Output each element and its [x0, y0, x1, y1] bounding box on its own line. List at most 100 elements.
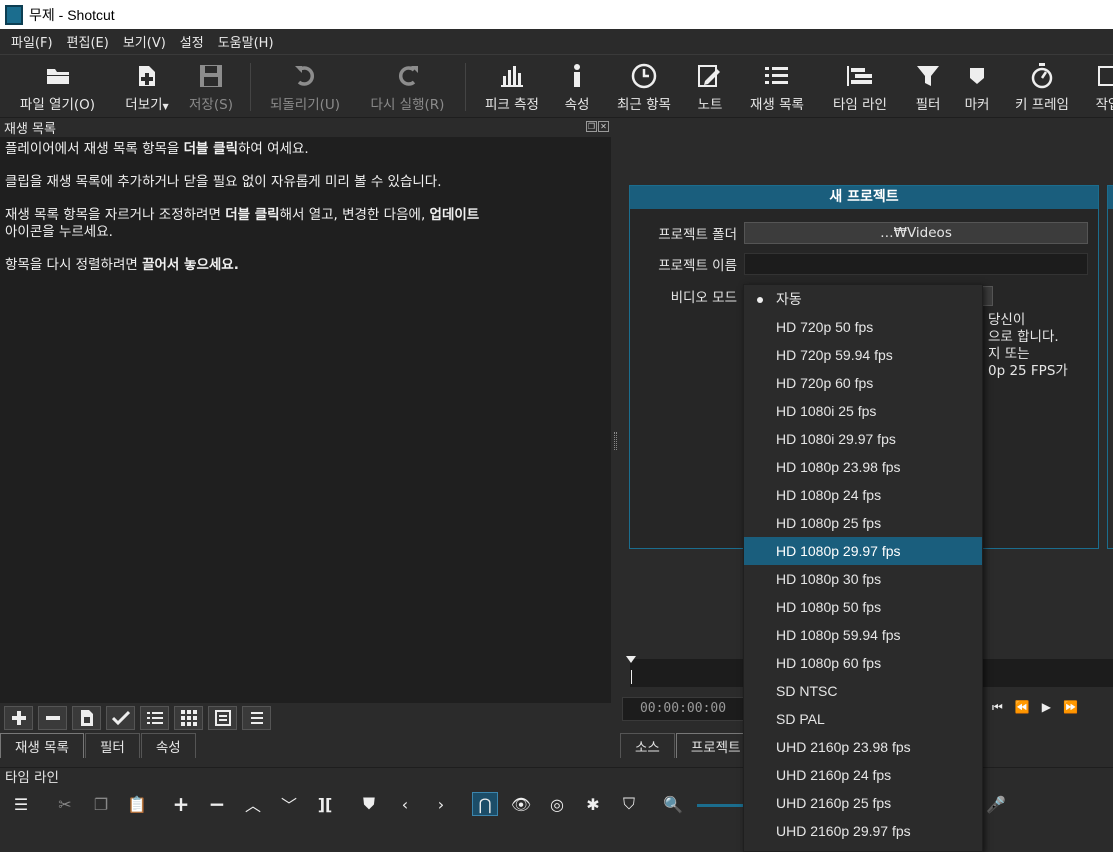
redo-button[interactable]: 다시 실행(R) [360, 59, 455, 115]
filter-funnel-icon [916, 59, 940, 93]
ripple-markers-icon[interactable]: ⛉ [616, 792, 642, 816]
project-name-label: 프로젝트 이름 [658, 258, 737, 274]
splitter-handle[interactable] [614, 432, 617, 450]
play-icon[interactable]: ▶ [1042, 700, 1051, 715]
add-button[interactable] [4, 705, 33, 730]
menu-help[interactable]: 도움말(H) [211, 32, 281, 51]
save-button[interactable]: 저장(S) [182, 59, 240, 115]
open-file-button[interactable]: 파일 열기(O) [10, 59, 105, 115]
snap-magnet-icon[interactable]: ⋂ [472, 792, 498, 816]
add-file-icon [136, 59, 158, 93]
project-name-input[interactable] [744, 253, 1088, 275]
video-mode-option[interactable]: UHD 2160p 25 fps [744, 789, 982, 817]
tab-properties[interactable]: 속성 [140, 733, 196, 758]
markers-button[interactable]: 마커 [958, 59, 996, 115]
video-mode-option[interactable]: HD 720p 60 fps [744, 369, 982, 397]
keyframes-button[interactable]: 키 프레임 [1006, 59, 1078, 115]
overwrite-down-icon[interactable]: ﹀ [276, 792, 302, 816]
previous-marker-icon[interactable]: ‹ [392, 792, 418, 816]
zoom-out-icon[interactable]: 🔍 [660, 792, 686, 816]
video-mode-label: 비디오 모드 [670, 290, 737, 306]
playlist-label: 재생 목록 [750, 97, 804, 113]
details-view-button[interactable] [140, 705, 169, 730]
video-mode-dropdown[interactable]: 자동 HD 720p 50 fps HD 720p 59.94 fps HD 720p… [743, 284, 983, 852]
jobs-button[interactable]: 작업 [1088, 59, 1113, 115]
video-mode-option[interactable]: HD 720p 50 fps [744, 313, 982, 341]
next-marker-icon[interactable]: › [428, 792, 454, 816]
video-mode-option[interactable]: UHD 2160p 23.98 fps [744, 733, 982, 761]
record-audio-mic-icon[interactable]: 🎤 [983, 792, 1009, 816]
float-dock-icon[interactable]: ❐ [586, 121, 597, 132]
minus-icon [45, 715, 60, 720]
ripple-all-icon[interactable]: ✱ [580, 792, 606, 816]
properties-button[interactable]: 속성 [558, 59, 596, 115]
cut-scissors-icon[interactable]: ✂ [52, 792, 78, 816]
menu-file[interactable]: 파일(F) [4, 32, 60, 51]
menu-view[interactable]: 보기(V) [116, 32, 173, 51]
timeline-menu-icon[interactable]: ☰ [8, 792, 34, 816]
update-button[interactable] [72, 705, 101, 730]
tab-playlist[interactable]: 재생 목록 [0, 733, 84, 758]
tab-filters[interactable]: 필터 [84, 733, 140, 758]
menu-edit[interactable]: 편집(E) [60, 32, 116, 51]
video-mode-combobox[interactable] [983, 286, 993, 306]
timeline-button[interactable]: 타임 라인 [824, 59, 896, 115]
menu-bar: 파일(F) 편집(E) 보기(V) 설정 도움말(H) [0, 29, 1113, 54]
tab-source[interactable]: 소스 [620, 733, 675, 758]
video-mode-option[interactable]: 자동 [744, 285, 982, 313]
rewind-icon[interactable]: ⏪ [1015, 700, 1030, 715]
filters-button[interactable]: 필터 [906, 59, 950, 115]
video-mode-option[interactable]: HD 1080i 25 fps [744, 397, 982, 425]
skip-previous-icon[interactable]: ⏮ [992, 700, 1003, 715]
undo-button[interactable]: 되돌리기(U) [260, 59, 350, 115]
select-all-button[interactable] [106, 705, 135, 730]
transport-controls: ⏮ ⏪ ▶ ⏩ [992, 700, 1078, 715]
playlist-hint-1: 플레이어에서 재생 목록 항목을 더블 클릭하여 여세요. [5, 141, 309, 157]
video-mode-option[interactable]: UHD 2160p 24 fps [744, 761, 982, 789]
add-marker-icon[interactable]: ⛊ [356, 792, 382, 816]
folder-open-icon [45, 59, 71, 93]
video-mode-option[interactable]: HD 1080p 25 fps [744, 509, 982, 537]
split-playhead-icon[interactable]: ][ [312, 792, 338, 816]
video-mode-option[interactable]: HD 1080p 60 fps [744, 649, 982, 677]
playhead-marker-icon[interactable] [626, 656, 636, 663]
video-mode-option[interactable]: HD 1080p 59.94 fps [744, 621, 982, 649]
menu-settings[interactable]: 설정 [173, 32, 211, 51]
clock-icon [631, 59, 657, 93]
video-mode-option[interactable]: HD 1080p 30 fps [744, 565, 982, 593]
lift-up-icon[interactable]: ︿ [240, 792, 266, 816]
video-mode-option[interactable]: UHD 2160p 29.97 fps [744, 817, 982, 845]
toolbar-divider [465, 63, 466, 111]
recent-button[interactable]: 최근 항목 [608, 59, 680, 115]
paste-clipboard-icon[interactable]: 📋 [124, 792, 150, 816]
fast-forward-icon[interactable]: ⏩ [1063, 700, 1078, 715]
timecode-field[interactable]: 00:00:00:00 [622, 697, 744, 721]
video-mode-option[interactable]: HD 1080p 29.97 fps [744, 537, 982, 565]
notes-button[interactable]: 노트 [690, 59, 730, 115]
video-mode-option[interactable]: SD NTSC [744, 677, 982, 705]
playlist-hint-2: 클립을 재생 목록에 추가하거나 닫을 필요 없이 자유롭게 미리 볼 수 있습… [5, 174, 442, 190]
more-button[interactable]: 더보기▼ [118, 59, 176, 115]
playlist-button[interactable]: 재생 목록 [741, 59, 813, 115]
video-mode-option[interactable]: HD 720p 59.94 fps [744, 341, 982, 369]
close-dock-icon[interactable]: ✕ [598, 121, 609, 132]
zoom-slider[interactable] [697, 804, 747, 807]
peak-meter-button[interactable]: 피크 측정 [476, 59, 548, 115]
video-mode-option[interactable]: SD PAL [744, 705, 982, 733]
remove-minus-icon[interactable]: − [204, 792, 230, 816]
table-icon [214, 709, 231, 726]
playlist-list[interactable]: 플레이어에서 재생 목록 항목을 더블 클릭하여 여세요. 클립을 재생 목록에… [0, 137, 611, 703]
remove-button[interactable] [38, 705, 67, 730]
append-plus-icon[interactable]: + [168, 792, 194, 816]
icons-view-button[interactable] [208, 705, 237, 730]
tiles-view-button[interactable] [174, 705, 203, 730]
playlist-menu-button[interactable] [242, 705, 271, 730]
video-mode-option[interactable]: HD 1080p 24 fps [744, 481, 982, 509]
video-mode-option[interactable]: HD 1080i 29.97 fps [744, 425, 982, 453]
scrub-eye-icon[interactable]: 👁 [508, 792, 534, 816]
copy-icon[interactable]: ❐ [88, 792, 114, 816]
ripple-icon[interactable]: ◎ [544, 792, 570, 816]
video-mode-option[interactable]: HD 1080p 50 fps [744, 593, 982, 621]
project-folder-button[interactable]: …₩Videos [744, 222, 1088, 244]
video-mode-option[interactable]: HD 1080p 23.98 fps [744, 453, 982, 481]
